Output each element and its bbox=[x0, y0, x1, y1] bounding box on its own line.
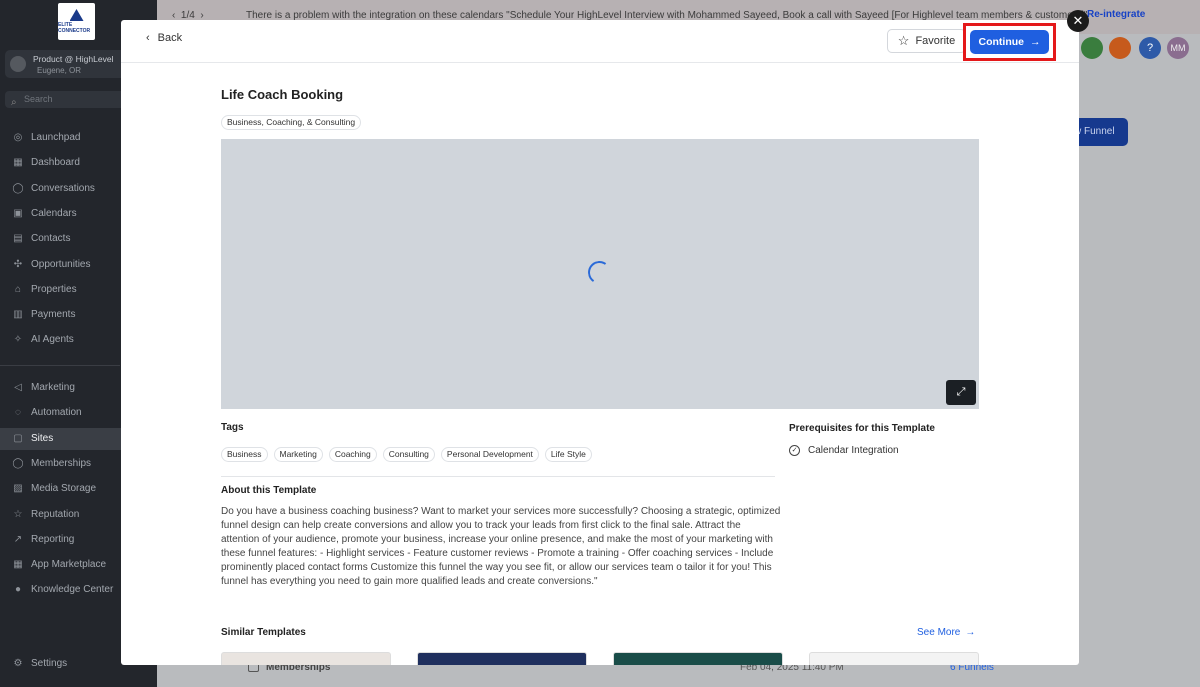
prerequisite-item: ✓ Calendar Integration bbox=[789, 445, 899, 456]
similar-template-thumbnail[interactable] bbox=[221, 652, 391, 665]
sidebar-item-label: Marketing bbox=[31, 382, 75, 393]
sidebar-item-label: AI Agents bbox=[31, 334, 74, 346]
account-name: Product @ HighLevel bbox=[33, 54, 114, 64]
similar-templates-heading: Similar Templates bbox=[221, 627, 306, 638]
search-placeholder: Search bbox=[24, 94, 53, 104]
expand-icon: ⤢ bbox=[956, 386, 966, 398]
section-divider bbox=[221, 476, 775, 477]
automation-icon: ◌ bbox=[15, 407, 21, 419]
sidebar-item-label: Properties bbox=[31, 283, 77, 295]
template-preview: ⤢ bbox=[221, 139, 979, 409]
continue-label: Continue bbox=[978, 36, 1025, 48]
sparkle-icon: ✧ bbox=[13, 334, 23, 346]
apps-icon: ▦ bbox=[13, 559, 23, 571]
sidebar-item-label: Launchpad bbox=[31, 132, 81, 143]
sidebar-item-label: Reporting bbox=[31, 533, 75, 545]
close-icon: ✕ bbox=[1072, 13, 1084, 28]
tag-list: Business Marketing Coaching Consulting Perso… bbox=[221, 447, 592, 462]
sidebar-divider bbox=[0, 365, 120, 366]
chevron-left-icon: ‹ bbox=[146, 32, 150, 44]
account-location: Eugene, OR bbox=[37, 66, 82, 75]
arrow-right-icon: → bbox=[965, 627, 976, 638]
back-button[interactable]: ‹ Back bbox=[146, 32, 182, 44]
tag-chip: Personal Development bbox=[440, 447, 539, 462]
sidebar-item-label: Payments bbox=[31, 309, 76, 321]
notification-bell-icon[interactable] bbox=[1109, 37, 1131, 59]
chat-icon: ◯ bbox=[12, 182, 24, 194]
see-more-link[interactable]: See More → bbox=[917, 627, 975, 638]
sidebar-item-label: Memberships bbox=[31, 457, 92, 469]
template-title: Life Coach Booking bbox=[221, 87, 344, 102]
template-preview-modal: ‹ Back ☆ Favorite Continue → Life Coach … bbox=[121, 20, 1079, 665]
reintegrate-link[interactable]: Re-integrate bbox=[1087, 9, 1145, 20]
tags-heading: Tags bbox=[221, 422, 244, 433]
sidebar-item-label: Dashboard bbox=[31, 157, 80, 169]
sidebar-item-label: Media Storage bbox=[31, 483, 97, 495]
tag-chip: Business bbox=[221, 447, 268, 462]
tag-chip: Consulting bbox=[382, 447, 435, 462]
about-heading: About this Template bbox=[221, 485, 317, 496]
gear-icon: ⚙ bbox=[13, 658, 23, 669]
home-icon: ⌂ bbox=[14, 283, 22, 295]
sites-icon: ▢ bbox=[13, 432, 23, 444]
rocket-icon: ◎ bbox=[13, 132, 23, 143]
category-chip: Business, Coaching, & Consulting bbox=[221, 112, 362, 130]
category-label: Business, Coaching, & Consulting bbox=[221, 115, 362, 130]
sidebar-item-label: Opportunities bbox=[31, 258, 91, 270]
funnel-table-row[interactable]: Memberships Feb 04, 2025 11:40 PM 6 Funn… bbox=[230, 661, 1130, 687]
tag-chip: Coaching bbox=[328, 447, 377, 462]
star-icon: ☆ bbox=[13, 508, 23, 520]
prerequisites-heading: Prerequisites for this Template bbox=[789, 423, 935, 434]
sidebar-item-label: App Marketplace bbox=[31, 559, 107, 571]
contacts-icon: ▤ bbox=[13, 233, 23, 245]
arrow-right-icon: → bbox=[1030, 36, 1041, 48]
continue-highlight: Continue → bbox=[963, 23, 1056, 61]
tag-chip: Marketing bbox=[273, 447, 323, 462]
megaphone-icon: ◁ bbox=[14, 382, 22, 393]
modal-header: ‹ Back ☆ Favorite Continue → bbox=[121, 20, 1079, 63]
continue-button[interactable]: Continue → bbox=[970, 30, 1049, 54]
search-icon: ⌕ bbox=[11, 97, 17, 108]
sidebar-item-label: Calendars bbox=[31, 207, 77, 219]
chart-icon: ↗ bbox=[13, 533, 23, 545]
calendar-icon: ▣ bbox=[13, 207, 23, 219]
star-icon: ☆ bbox=[897, 33, 910, 48]
similar-template-thumbnail[interactable] bbox=[417, 652, 587, 665]
dashboard-icon: ▦ bbox=[13, 157, 23, 169]
favorite-label: Favorite bbox=[915, 35, 956, 47]
opportunities-icon: ✣ bbox=[13, 258, 23, 270]
user-avatar[interactable]: MM bbox=[1167, 37, 1189, 59]
close-modal-button[interactable]: ✕ bbox=[1067, 10, 1089, 32]
sidebar-item-label: Reputation bbox=[31, 508, 80, 520]
sidebar-item-label: Contacts bbox=[31, 233, 71, 245]
loading-spinner-icon bbox=[586, 259, 613, 286]
similar-template-thumbnail[interactable] bbox=[809, 652, 979, 665]
announcement-icon[interactable] bbox=[1081, 37, 1103, 59]
sidebar-item-label: Conversations bbox=[31, 182, 95, 194]
sidebar-item-label: Automation bbox=[31, 407, 82, 419]
back-label: Back bbox=[157, 32, 183, 44]
company-logo[interactable]: ELITE CONNECTOR bbox=[58, 3, 95, 40]
fullscreen-button[interactable]: ⤢ bbox=[946, 380, 976, 405]
check-circle-icon: ✓ bbox=[789, 445, 800, 456]
sidebar-item-label: Sites bbox=[31, 432, 54, 444]
logo-text: ELITE CONNECTOR bbox=[58, 22, 91, 34]
favorite-button[interactable]: ☆ Favorite bbox=[887, 29, 966, 53]
tag-chip: Life Style bbox=[544, 447, 592, 462]
location-icon bbox=[10, 56, 26, 72]
info-icon: ● bbox=[14, 584, 22, 596]
about-description: Do you have a business coaching business… bbox=[221, 506, 781, 587]
prerequisite-label: Calendar Integration bbox=[808, 445, 899, 456]
help-icon[interactable]: ? bbox=[1139, 37, 1161, 59]
see-more-label: See More bbox=[917, 627, 961, 638]
similar-template-thumbnail[interactable] bbox=[613, 652, 783, 665]
sidebar-item-label: Knowledge Center bbox=[31, 584, 114, 596]
media-icon: ▨ bbox=[13, 483, 23, 495]
payments-icon: ▥ bbox=[13, 309, 23, 321]
sidebar-item-label: Settings bbox=[31, 658, 68, 669]
memberships-icon: ◯ bbox=[12, 457, 24, 469]
